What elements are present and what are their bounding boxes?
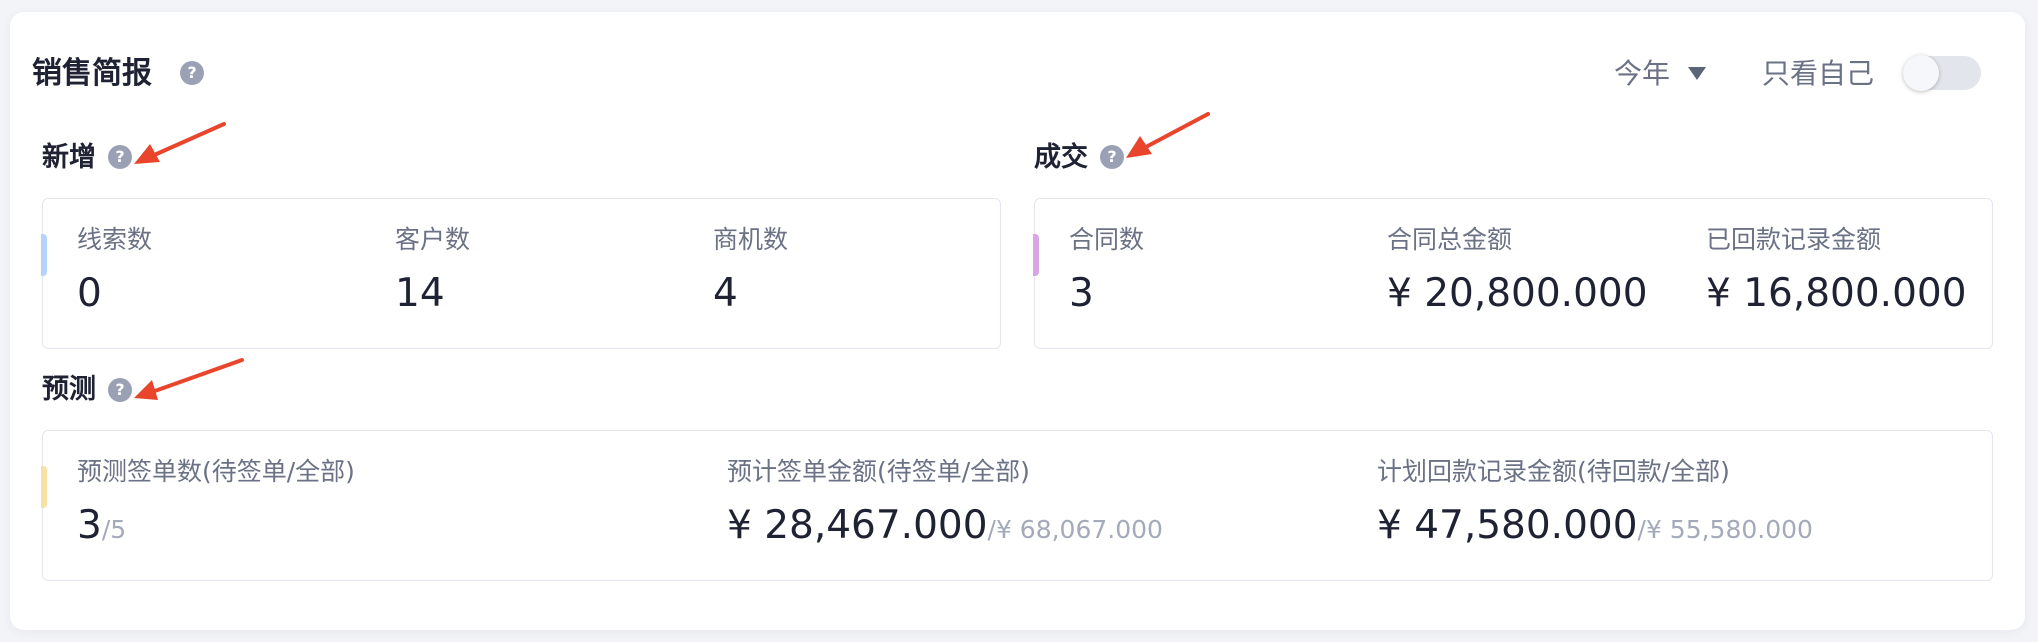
- stat-label: 合同数: [1069, 225, 1145, 254]
- stat-planned-collection: 计划回款记录金额(待回款/全部) ¥ 47,580.000/¥ 55,580.0…: [1377, 455, 1813, 555]
- stat-value-total: /5: [101, 515, 127, 544]
- section-title-new: 新增: [42, 142, 96, 173]
- annotation-arrow-icon: [134, 122, 226, 164]
- stat-collected-amount: 已回款记录金额 ¥ 16,800.000: [1706, 223, 1967, 319]
- stat-label: 预计签单金额(待签单/全部): [727, 457, 1030, 486]
- stat-label: 合同总金额: [1387, 225, 1513, 254]
- stat-value: 3/5: [77, 501, 355, 555]
- stat-label: 已回款记录金额: [1706, 225, 1882, 254]
- stat-label: 客户数: [395, 225, 471, 254]
- stat-value-main: 3: [77, 503, 102, 548]
- only-me-toggle[interactable]: [1903, 55, 1981, 91]
- stat-contract-amount: 合同总金额 ¥ 20,800.000: [1387, 223, 1648, 319]
- accent-bar: [41, 466, 47, 508]
- stat-label: 计划回款记录金额(待回款/全部): [1377, 457, 1730, 486]
- section-title-deal: 成交: [1034, 142, 1088, 173]
- accent-bar: [41, 234, 47, 276]
- stat-value: ¥ 28,467.000/¥ 68,067.000: [727, 501, 1163, 555]
- stat-label: 预测签单数(待签单/全部): [77, 457, 355, 486]
- only-me-label: 只看自己: [1762, 57, 1875, 90]
- stat-value: 3: [1069, 271, 1094, 316]
- stat-value: 0: [77, 271, 102, 316]
- chevron-down-icon[interactable]: [1688, 67, 1706, 80]
- stat-label: 商机数: [713, 225, 789, 254]
- stat-leads: 线索数 0: [77, 223, 152, 319]
- stat-opportunities: 商机数 4: [713, 223, 788, 319]
- period-select[interactable]: 今年: [1614, 54, 1670, 94]
- stat-value-main: ¥ 28,467.000: [727, 503, 988, 548]
- toggle-knob: [1903, 55, 1939, 91]
- stat-value-main: ¥ 47,580.000: [1377, 503, 1638, 548]
- annotation-arrow-icon: [134, 358, 244, 400]
- section-title-forecast: 预测: [42, 374, 96, 405]
- stat-value: ¥ 16,800.000: [1706, 271, 1967, 316]
- new-stats-panel: 线索数 0 客户数 14 商机数 4: [41, 198, 1001, 349]
- stat-contracts: 合同数 3: [1069, 223, 1144, 319]
- help-icon[interactable]: ?: [180, 61, 204, 85]
- stat-label: 线索数: [77, 225, 153, 254]
- help-icon[interactable]: ?: [108, 145, 132, 169]
- stat-forecast-amount: 预计签单金额(待签单/全部) ¥ 28,467.000/¥ 68,067.000: [727, 455, 1163, 555]
- help-icon[interactable]: ?: [1100, 145, 1124, 169]
- stat-value: 4: [713, 271, 738, 316]
- forecast-stats-panel: 预测签单数(待签单/全部) 3/5 预计签单金额(待签单/全部) ¥ 28,46…: [41, 430, 1993, 581]
- stat-forecast-orders: 预测签单数(待签单/全部) 3/5: [77, 455, 355, 555]
- annotation-arrow-icon: [1126, 112, 1210, 158]
- page-title: 销售简报: [32, 56, 152, 91]
- deal-stats-panel: 合同数 3 合同总金额 ¥ 20,800.000 已回款记录金额 ¥ 16,80…: [1033, 198, 1993, 349]
- stat-value: ¥ 20,800.000: [1387, 271, 1648, 316]
- stat-customers: 客户数 14: [395, 223, 470, 319]
- stat-value: ¥ 47,580.000/¥ 55,580.000: [1377, 501, 1813, 555]
- stat-value-total: /¥ 55,580.000: [1637, 515, 1813, 544]
- stat-value: 14: [395, 271, 445, 316]
- help-icon[interactable]: ?: [108, 378, 132, 402]
- stat-value-total: /¥ 68,067.000: [987, 515, 1163, 544]
- accent-bar: [1033, 234, 1039, 276]
